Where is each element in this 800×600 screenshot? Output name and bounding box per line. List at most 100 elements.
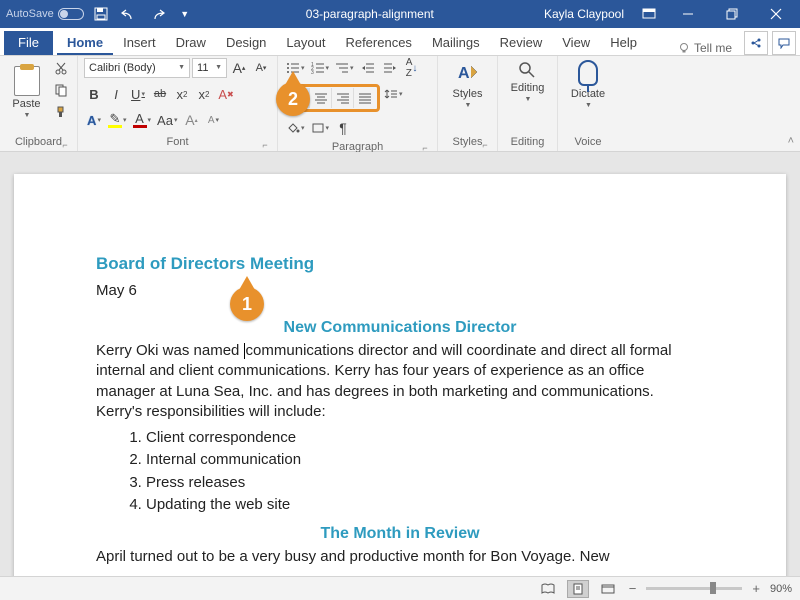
save-icon[interactable] bbox=[90, 3, 112, 25]
microphone-icon bbox=[578, 60, 598, 86]
responsibilities-list: Client correspondence Internal communica… bbox=[96, 428, 704, 515]
user-name[interactable]: Kayla Claypool bbox=[538, 7, 630, 21]
tab-mailings[interactable]: Mailings bbox=[422, 31, 490, 55]
paint-bucket-icon bbox=[286, 122, 300, 134]
shrink-font-button[interactable]: A▾ bbox=[251, 58, 271, 78]
web-layout-button[interactable] bbox=[597, 580, 619, 598]
restore-button[interactable] bbox=[712, 0, 752, 28]
bold-button[interactable]: B bbox=[84, 84, 104, 104]
styles-gallery[interactable]: A Styles▼ bbox=[449, 58, 487, 111]
share-button[interactable] bbox=[744, 31, 768, 55]
cut-button[interactable] bbox=[51, 58, 71, 78]
list-item: Updating the web site bbox=[146, 495, 704, 515]
ribbon-display-options-icon[interactable] bbox=[634, 0, 664, 28]
autosave-toggle[interactable]: AutoSave bbox=[6, 8, 84, 20]
paste-button[interactable]: Paste ▼ bbox=[6, 58, 47, 126]
numbering-button[interactable]: 123▾ bbox=[309, 58, 332, 78]
align-right-button[interactable] bbox=[332, 88, 354, 108]
shrink-font2-button[interactable]: A▾ bbox=[203, 110, 223, 130]
text-date: May 6 bbox=[96, 282, 704, 299]
document-area[interactable]: Board of Directors Meeting May 6 New Com… bbox=[0, 152, 800, 576]
grow-font2-button[interactable]: A▴ bbox=[181, 110, 201, 130]
group-styles: A Styles▼ Styles⌐ bbox=[438, 56, 498, 151]
copy-button[interactable] bbox=[51, 80, 71, 100]
callout-1: 1 bbox=[230, 287, 264, 321]
scissors-icon bbox=[54, 61, 68, 75]
format-painter-button[interactable] bbox=[51, 102, 71, 122]
tab-review[interactable]: Review bbox=[490, 31, 553, 55]
grow-font-button[interactable]: A▴ bbox=[229, 58, 249, 78]
collapse-ribbon-button[interactable]: ˄ bbox=[788, 135, 794, 147]
undo-icon[interactable] bbox=[118, 3, 140, 25]
search-icon bbox=[517, 60, 537, 80]
editing-menu[interactable]: Editing▼ bbox=[507, 58, 549, 105]
tab-references[interactable]: References bbox=[335, 31, 421, 55]
borders-button[interactable]: ▾ bbox=[309, 118, 332, 138]
copy-icon bbox=[54, 83, 68, 97]
font-name-select[interactable]: Calibri (Body)▼ bbox=[84, 58, 190, 78]
superscript-button[interactable]: x2 bbox=[194, 84, 214, 104]
ribbon: Paste ▼ Clipboard⌐ Calibri (Body)▼ 11▼ A… bbox=[0, 56, 800, 152]
tab-view[interactable]: View bbox=[552, 31, 600, 55]
font-dialog-launcher[interactable]: ⌐ bbox=[259, 138, 271, 150]
highlight-button[interactable]: ✎▾ bbox=[106, 110, 129, 130]
font-size-select[interactable]: 11▼ bbox=[192, 58, 227, 78]
font-color-button[interactable]: A▾ bbox=[131, 110, 154, 130]
justify-button[interactable] bbox=[354, 88, 376, 108]
align-center-button[interactable] bbox=[310, 88, 332, 108]
styles-icon: A bbox=[455, 60, 481, 86]
minimize-button[interactable] bbox=[668, 0, 708, 28]
close-button[interactable] bbox=[756, 0, 796, 28]
increase-indent-button[interactable] bbox=[380, 58, 400, 78]
paragraph-2: April turned out to be a very busy and p… bbox=[96, 547, 704, 567]
show-marks-button[interactable]: ¶ bbox=[333, 118, 353, 138]
tell-me[interactable]: Tell me bbox=[670, 41, 740, 55]
tab-insert[interactable]: Insert bbox=[113, 31, 166, 55]
zoom-in-button[interactable]: + bbox=[750, 581, 762, 596]
brush-icon bbox=[54, 105, 68, 119]
italic-button[interactable]: I bbox=[106, 84, 126, 104]
clipboard-dialog-launcher[interactable]: ⌐ bbox=[59, 138, 71, 150]
print-layout-button[interactable] bbox=[567, 580, 589, 598]
decrease-indent-button[interactable] bbox=[358, 58, 378, 78]
underline-button[interactable]: U▾ bbox=[128, 84, 148, 104]
tab-draw[interactable]: Draw bbox=[166, 31, 216, 55]
zoom-level[interactable]: 90% bbox=[770, 583, 792, 595]
text-effects-button[interactable]: A▾ bbox=[84, 110, 104, 130]
shading-button[interactable]: ▾ bbox=[284, 118, 307, 138]
tab-help[interactable]: Help bbox=[600, 31, 647, 55]
tab-home[interactable]: Home bbox=[57, 31, 113, 55]
comments-button[interactable] bbox=[772, 31, 796, 55]
styles-dialog-launcher[interactable]: ⌐ bbox=[479, 138, 491, 150]
document-title: 03-paragraph-alignment bbox=[202, 7, 538, 21]
change-case-button[interactable]: Aa▾ bbox=[155, 110, 179, 130]
read-mode-button[interactable] bbox=[537, 580, 559, 598]
text-cursor bbox=[244, 343, 245, 359]
tab-file[interactable]: File bbox=[4, 31, 53, 55]
lightbulb-icon bbox=[678, 42, 690, 54]
status-bar: − + 90% bbox=[0, 576, 800, 600]
zoom-slider[interactable] bbox=[646, 587, 742, 590]
tab-layout[interactable]: Layout bbox=[276, 31, 335, 55]
page: Board of Directors Meeting May 6 New Com… bbox=[14, 174, 786, 576]
group-clipboard: Paste ▼ Clipboard⌐ bbox=[0, 56, 78, 151]
line-spacing-button[interactable]: ▾ bbox=[382, 84, 405, 104]
clear-format-button[interactable]: A✖ bbox=[216, 84, 236, 104]
svg-text:A: A bbox=[458, 65, 470, 82]
dictate-button[interactable]: Dictate▼ bbox=[567, 58, 609, 111]
redo-icon[interactable] bbox=[146, 3, 168, 25]
heading-new-director: New Communications Director bbox=[96, 319, 704, 337]
tab-design[interactable]: Design bbox=[216, 31, 276, 55]
qat-customize-icon[interactable]: ▼ bbox=[174, 3, 196, 25]
ribbon-tabs: File Home Insert Draw Design Layout Refe… bbox=[0, 28, 800, 56]
list-item: Press releases bbox=[146, 473, 704, 493]
sort-button[interactable]: AZ↓ bbox=[402, 58, 422, 78]
subscript-button[interactable]: x2 bbox=[172, 84, 192, 104]
list-item: Internal communication bbox=[146, 450, 704, 470]
heading-board: Board of Directors Meeting bbox=[96, 254, 704, 274]
titlebar: AutoSave ▼ 03-paragraph-alignment Kayla … bbox=[0, 0, 800, 28]
multilevel-list-button[interactable]: ▾ bbox=[333, 58, 356, 78]
strikethrough-button[interactable]: ab bbox=[150, 84, 170, 104]
group-font: Calibri (Body)▼ 11▼ A▴ A▾ B I U▾ ab x2 x… bbox=[78, 56, 278, 151]
zoom-out-button[interactable]: − bbox=[627, 581, 639, 596]
